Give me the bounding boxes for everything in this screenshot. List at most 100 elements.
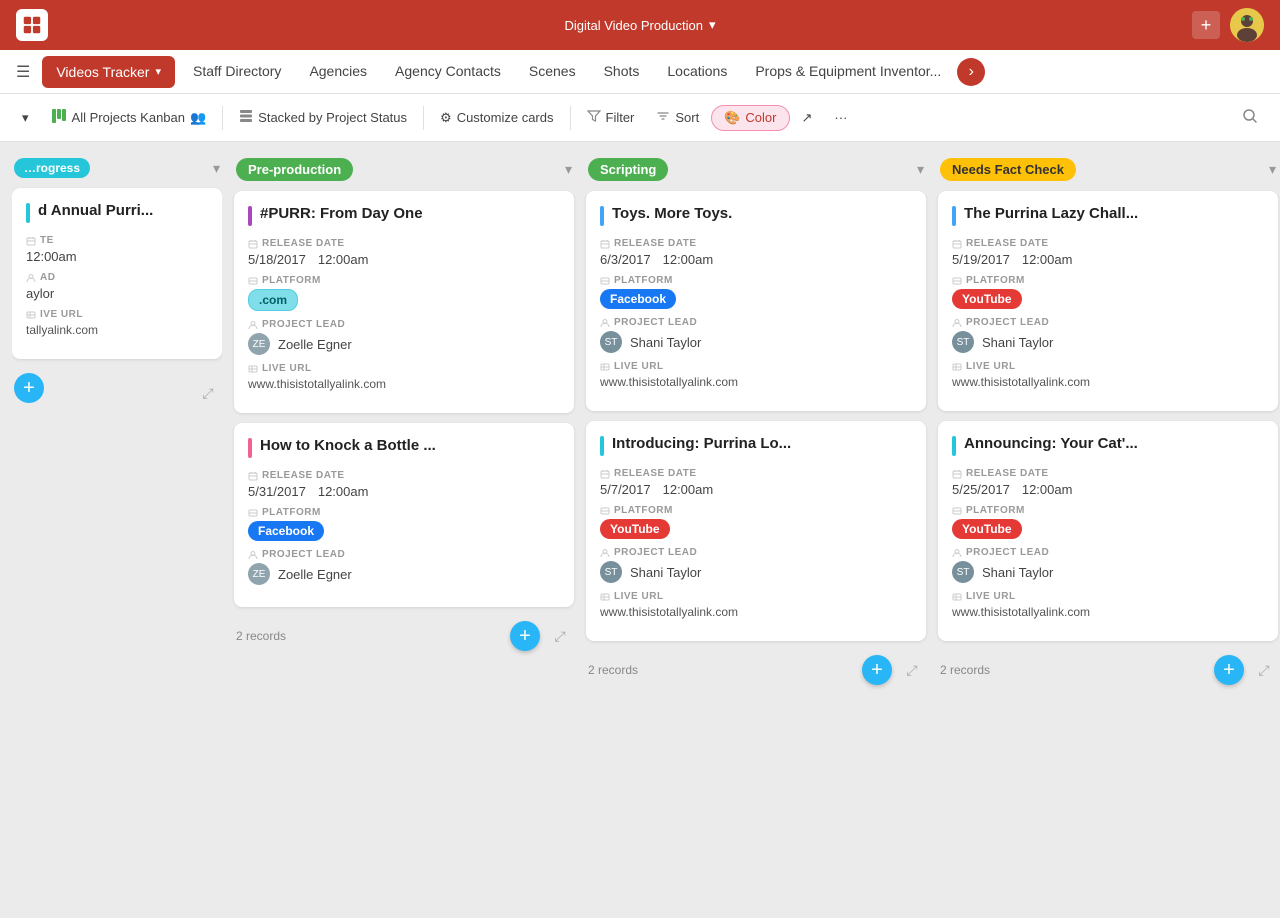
sort-btn[interactable]: Sort [646,104,709,131]
release-date-value: 5/7/2017 12:00am [600,482,912,497]
card-title-text: The Purrina Lazy Chall... [964,205,1138,222]
avatar: ST [952,561,974,583]
avatar: ST [952,331,974,353]
more-options-btn[interactable]: ··· [824,105,857,130]
status-badge-scripting: Scripting [588,158,668,181]
expand-btn[interactable]: ⤢ [196,381,220,405]
card-announcing-your-cat[interactable]: Announcing: Your Cat'... RELEASE DATE 5/… [938,421,1278,641]
project-lead-field: PROJECT LEAD ZE Zoelle Egner [248,549,560,585]
app-logo[interactable] [16,9,48,41]
card-color-bar [248,438,252,458]
release-date-label: RELEASE DATE [600,468,912,479]
release-date-field: RELEASE DATE 5/7/2017 12:00am [600,468,912,497]
project-lead-label: AD [26,272,208,283]
project-lead-value: ST Shani Taylor [600,331,912,353]
column-in-progress: …rogress ▾ d Annual Purri... TE 12:00am [12,158,222,902]
live-url-label: LIVE URL [952,591,1264,602]
release-date-field: RELEASE DATE 6/3/2017 12:00am [600,238,912,267]
project-lead-label: PROJECT LEAD [248,549,560,560]
platform-field: PLATFORM YouTube [952,505,1264,539]
card-purrina-lazy-challenge[interactable]: The Purrina Lazy Chall... RELEASE DATE 5… [938,191,1278,411]
live-url-value: www.thisistotallyalink.com [952,375,1264,389]
stack-btn[interactable]: Stacked by Project Status [229,104,417,131]
filter-btn[interactable]: Filter [577,104,645,131]
add-card-btn-4[interactable]: + [1214,655,1244,685]
card-title: Toys. More Toys. [600,205,912,226]
live-url-field: LIVE URL www.thisistotallyalink.com [600,361,912,389]
expand-btn-3[interactable]: ⤢ [900,658,924,682]
platform-field: PLATFORM YouTube [952,275,1264,309]
platform-label: PLATFORM [600,505,912,516]
live-url-label: LIVE URL [248,363,560,374]
card-purr-from-day-one[interactable]: #PURR: From Day One RELEASE DATE 5/18/20… [234,191,574,413]
top-bar: Digital Video Production ▾ + [0,0,1280,50]
nav-overflow-btn[interactable]: › [957,58,985,86]
card-knock-a-bottle[interactable]: How to Knock a Bottle ... RELEASE DATE 5… [234,423,574,607]
nav-tab-videos-tracker[interactable]: Videos Tracker ▾ [42,56,175,88]
live-url-label: IVE URL [26,309,208,320]
card-partial-1[interactable]: d Annual Purri... TE 12:00am AD aylor [12,188,222,359]
column-needs-fact-check: Needs Fact Check ▾ The Purrina Lazy Chal… [938,158,1278,902]
nav-tab-agencies[interactable]: Agencies [295,50,381,94]
live-url-value: www.thisistotallyalink.com [952,605,1264,619]
column-collapse-icon-3[interactable]: ▾ [917,161,924,178]
avatar: ZE [248,563,270,585]
nav-tab-agency-contacts[interactable]: Agency Contacts [381,50,515,94]
card-title: Announcing: Your Cat'... [952,435,1264,456]
share-icon: ↗ [802,110,813,126]
view-toggle[interactable]: All Projects Kanban 👥 [41,103,217,132]
add-card-btn-3[interactable]: + [862,655,892,685]
card-introducing-purrina[interactable]: Introducing: Purrina Lo... RELEASE DATE … [586,421,926,641]
project-lead-value: aylor [26,286,208,301]
release-date-label: RELEASE DATE [952,468,1264,479]
release-date-value: 5/31/2017 12:00am [248,484,560,499]
live-url-field: LIVE URL www.thisistotallyalink.com [600,591,912,619]
card-title: Introducing: Purrina Lo... [600,435,912,456]
add-card-btn[interactable]: + [14,373,44,403]
live-url-label: LIVE URL [600,591,912,602]
nav-tab-scenes[interactable]: Scenes [515,50,590,94]
add-button[interactable]: + [1192,11,1220,39]
release-date-value: 5/25/2017 12:00am [952,482,1264,497]
card-color-bar [600,206,604,226]
share-btn[interactable]: ↗ [792,105,823,131]
expand-btn-2[interactable]: ⤢ [548,624,572,648]
platform-field: PLATFORM Facebook [248,507,560,541]
card-title-text: Toys. More Toys. [612,205,732,222]
card-color-bar [952,436,956,456]
project-lead-field: PROJECT LEAD ZE Zoelle Egner [248,319,560,355]
color-btn[interactable]: 🎨 Color [711,105,789,131]
expand-btn-4[interactable]: ⤢ [1252,658,1276,682]
sort-icon [656,109,670,126]
column-header-pre-production: Pre-production ▾ [234,158,574,181]
customize-cards-btn[interactable]: ⚙ Customize cards [430,105,563,131]
project-lead-label: PROJECT LEAD [952,547,1264,558]
live-url-label: LIVE URL [952,361,1264,372]
collapse-btn[interactable]: ▾ [12,105,39,131]
hamburger-menu[interactable]: ☰ [8,56,38,88]
nav-tab-locations[interactable]: Locations [653,50,741,94]
records-count: 2 records [940,663,990,677]
platform-field: PLATFORM YouTube [600,505,912,539]
nav-bar: ☰ Videos Tracker ▾ Staff Directory Agenc… [0,50,1280,94]
nav-tab-staff-directory[interactable]: Staff Directory [179,50,295,94]
live-url-field: LIVE URL www.thisistotallyalink.com [952,361,1264,389]
platform-field: PLATFORM .com [248,275,560,311]
column-collapse-icon-4[interactable]: ▾ [1269,161,1276,178]
card-title: The Purrina Lazy Chall... [952,205,1264,226]
column-collapse-icon-2[interactable]: ▾ [565,161,572,178]
toolbar: ▾ All Projects Kanban 👥 St [0,94,1280,142]
release-date-value: 5/19/2017 12:00am [952,252,1264,267]
user-avatar[interactable] [1230,8,1264,42]
nav-tab-shots[interactable]: Shots [590,50,654,94]
customize-icon: ⚙ [440,110,452,126]
card-toys-more-toys[interactable]: Toys. More Toys. RELEASE DATE 6/3/2017 1… [586,191,926,411]
project-lead-field: AD aylor [26,272,208,301]
add-card-btn-2[interactable]: + [510,621,540,651]
column-footer-3: 2 records + ⤢ [586,655,926,685]
column-collapse-icon[interactable]: ▾ [213,160,220,177]
nav-tab-props[interactable]: Props & Equipment Inventor... [741,50,955,94]
column-scripting: Scripting ▾ Toys. More Toys. RELEASE DAT… [586,158,926,902]
search-btn[interactable] [1232,103,1268,132]
people-icon: 👥 [190,110,206,126]
